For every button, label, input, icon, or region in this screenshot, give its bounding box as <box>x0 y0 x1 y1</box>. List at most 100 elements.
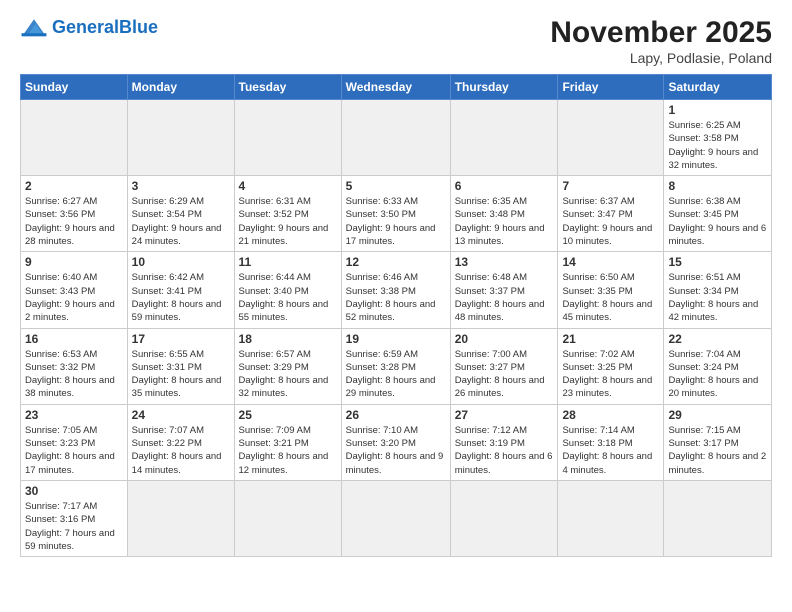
day-number: 5 <box>346 179 446 193</box>
day-info: Sunrise: 6:48 AM Sunset: 3:37 PM Dayligh… <box>455 271 554 324</box>
calendar-cell: 21Sunrise: 7:02 AM Sunset: 3:25 PM Dayli… <box>558 328 664 404</box>
calendar-cell: 25 Sunrise: 7:09 AM Sunset: 3:21 PM Dayli… <box>234 404 341 480</box>
weekday-header-sunday: Sunday <box>21 75 128 100</box>
calendar-cell: 5Sunrise: 6:33 AM Sunset: 3:50 PM Daylig… <box>341 176 450 252</box>
title-block: November 2025 Lapy, Podlasie, Poland <box>550 16 772 66</box>
day-info: Sunrise: 6:38 AM Sunset: 3:45 PM Dayligh… <box>668 195 767 248</box>
day-number: 24 <box>132 408 230 422</box>
calendar-cell <box>21 100 128 176</box>
calendar-cell: 9 Sunrise: 6:40 AM Sunset: 3:43 PM Daylig… <box>21 252 128 328</box>
logo-blue: Blue <box>119 17 158 37</box>
day-number: 9 <box>25 255 123 269</box>
calendar-cell: 7 Sunrise: 6:37 AM Sunset: 3:47 PM Daylig… <box>558 176 664 252</box>
calendar-cell <box>450 480 558 556</box>
day-number: 4 <box>239 179 337 193</box>
weekday-header-friday: Friday <box>558 75 664 100</box>
weekday-header-saturday: Saturday <box>664 75 772 100</box>
calendar-cell: 14 Sunrise: 6:50 AM Sunset: 3:35 PM Dayli… <box>558 252 664 328</box>
day-number: 15 <box>668 255 767 269</box>
calendar-cell <box>558 480 664 556</box>
logo-text: GeneralBlue <box>52 17 158 38</box>
day-number: 1 <box>668 103 767 117</box>
calendar-cell: 20 Sunrise: 7:00 AM Sunset: 3:27 PM Dayli… <box>450 328 558 404</box>
day-number: 19 <box>346 332 446 346</box>
day-number: 10 <box>132 255 230 269</box>
day-number: 22 <box>668 332 767 346</box>
day-number: 25 <box>239 408 337 422</box>
day-info: Sunrise: 6:27 AM Sunset: 3:56 PM Dayligh… <box>25 195 123 248</box>
month-title: November 2025 <box>550 16 772 50</box>
calendar-cell: 22 Sunrise: 7:04 AM Sunset: 3:24 PM Dayli… <box>664 328 772 404</box>
logo: GeneralBlue <box>20 16 158 38</box>
calendar-cell <box>664 480 772 556</box>
day-info: Sunrise: 7:17 AM Sunset: 3:16 PM Dayligh… <box>25 500 123 553</box>
day-info: Sunrise: 6:50 AM Sunset: 3:35 PM Dayligh… <box>562 271 659 324</box>
calendar-cell: 16Sunrise: 6:53 AM Sunset: 3:32 PM Dayli… <box>21 328 128 404</box>
day-info: Sunrise: 7:09 AM Sunset: 3:21 PM Dayligh… <box>239 424 337 477</box>
day-number: 23 <box>25 408 123 422</box>
day-info: Sunrise: 7:14 AM Sunset: 3:18 PM Dayligh… <box>562 424 659 477</box>
day-info: Sunrise: 6:51 AM Sunset: 3:34 PM Dayligh… <box>668 271 767 324</box>
location: Lapy, Podlasie, Poland <box>550 50 772 66</box>
calendar-cell: 2 Sunrise: 6:27 AM Sunset: 3:56 PM Daylig… <box>21 176 128 252</box>
day-info: Sunrise: 7:10 AM Sunset: 3:20 PM Dayligh… <box>346 424 446 477</box>
weekday-header-thursday: Thursday <box>450 75 558 100</box>
day-number: 6 <box>455 179 554 193</box>
calendar-cell: 3Sunrise: 6:29 AM Sunset: 3:54 PM Daylig… <box>127 176 234 252</box>
calendar-week-5: 30 Sunrise: 7:17 AM Sunset: 3:16 PM Dayli… <box>21 480 772 556</box>
day-info: Sunrise: 7:15 AM Sunset: 3:17 PM Dayligh… <box>668 424 767 477</box>
calendar-cell: 6Sunrise: 6:35 AM Sunset: 3:48 PM Daylig… <box>450 176 558 252</box>
calendar-cell: 28 Sunrise: 7:14 AM Sunset: 3:18 PM Dayli… <box>558 404 664 480</box>
calendar-cell <box>234 480 341 556</box>
day-number: 2 <box>25 179 123 193</box>
calendar-cell: 24 Sunrise: 7:07 AM Sunset: 3:22 PM Dayli… <box>127 404 234 480</box>
calendar-cell <box>341 100 450 176</box>
day-info: Sunrise: 7:00 AM Sunset: 3:27 PM Dayligh… <box>455 348 554 401</box>
day-info: Sunrise: 6:37 AM Sunset: 3:47 PM Dayligh… <box>562 195 659 248</box>
day-info: Sunrise: 7:02 AM Sunset: 3:25 PM Dayligh… <box>562 348 659 401</box>
day-number: 26 <box>346 408 446 422</box>
calendar-week-1: 2 Sunrise: 6:27 AM Sunset: 3:56 PM Daylig… <box>21 176 772 252</box>
day-info: Sunrise: 7:05 AM Sunset: 3:23 PM Dayligh… <box>25 424 123 477</box>
day-number: 17 <box>132 332 230 346</box>
day-number: 16 <box>25 332 123 346</box>
calendar-header: SundayMondayTuesdayWednesdayThursdayFrid… <box>21 75 772 100</box>
calendar-cell <box>558 100 664 176</box>
day-info: Sunrise: 6:55 AM Sunset: 3:31 PM Dayligh… <box>132 348 230 401</box>
weekday-row: SundayMondayTuesdayWednesdayThursdayFrid… <box>21 75 772 100</box>
day-number: 18 <box>239 332 337 346</box>
day-info: Sunrise: 6:25 AM Sunset: 3:58 PM Dayligh… <box>668 119 767 172</box>
weekday-header-wednesday: Wednesday <box>341 75 450 100</box>
page: GeneralBlue November 2025 Lapy, Podlasie… <box>0 0 792 612</box>
day-info: Sunrise: 6:59 AM Sunset: 3:28 PM Dayligh… <box>346 348 446 401</box>
day-info: Sunrise: 6:40 AM Sunset: 3:43 PM Dayligh… <box>25 271 123 324</box>
day-number: 14 <box>562 255 659 269</box>
day-number: 12 <box>346 255 446 269</box>
calendar-week-3: 16Sunrise: 6:53 AM Sunset: 3:32 PM Dayli… <box>21 328 772 404</box>
header: GeneralBlue November 2025 Lapy, Podlasie… <box>20 16 772 66</box>
calendar-cell: 4Sunrise: 6:31 AM Sunset: 3:52 PM Daylig… <box>234 176 341 252</box>
calendar-cell: 17 Sunrise: 6:55 AM Sunset: 3:31 PM Dayli… <box>127 328 234 404</box>
calendar-week-4: 23 Sunrise: 7:05 AM Sunset: 3:23 PM Dayli… <box>21 404 772 480</box>
calendar-cell: 15 Sunrise: 6:51 AM Sunset: 3:34 PM Dayli… <box>664 252 772 328</box>
calendar-cell: 23 Sunrise: 7:05 AM Sunset: 3:23 PM Dayli… <box>21 404 128 480</box>
calendar-body: 1 Sunrise: 6:25 AM Sunset: 3:58 PM Daylig… <box>21 100 772 557</box>
day-number: 30 <box>25 484 123 498</box>
calendar-cell <box>127 480 234 556</box>
logo-general: General <box>52 17 119 37</box>
calendar-cell: 1 Sunrise: 6:25 AM Sunset: 3:58 PM Daylig… <box>664 100 772 176</box>
calendar-cell: 27Sunrise: 7:12 AM Sunset: 3:19 PM Dayli… <box>450 404 558 480</box>
day-info: Sunrise: 6:29 AM Sunset: 3:54 PM Dayligh… <box>132 195 230 248</box>
day-number: 28 <box>562 408 659 422</box>
day-number: 20 <box>455 332 554 346</box>
calendar-cell: 8Sunrise: 6:38 AM Sunset: 3:45 PM Daylig… <box>664 176 772 252</box>
day-number: 7 <box>562 179 659 193</box>
calendar-cell: 10Sunrise: 6:42 AM Sunset: 3:41 PM Dayli… <box>127 252 234 328</box>
calendar: SundayMondayTuesdayWednesdayThursdayFrid… <box>20 74 772 557</box>
day-info: Sunrise: 7:07 AM Sunset: 3:22 PM Dayligh… <box>132 424 230 477</box>
day-info: Sunrise: 7:12 AM Sunset: 3:19 PM Dayligh… <box>455 424 554 477</box>
calendar-cell: 26 Sunrise: 7:10 AM Sunset: 3:20 PM Dayli… <box>341 404 450 480</box>
day-number: 11 <box>239 255 337 269</box>
day-info: Sunrise: 7:04 AM Sunset: 3:24 PM Dayligh… <box>668 348 767 401</box>
calendar-cell: 30 Sunrise: 7:17 AM Sunset: 3:16 PM Dayli… <box>21 480 128 556</box>
